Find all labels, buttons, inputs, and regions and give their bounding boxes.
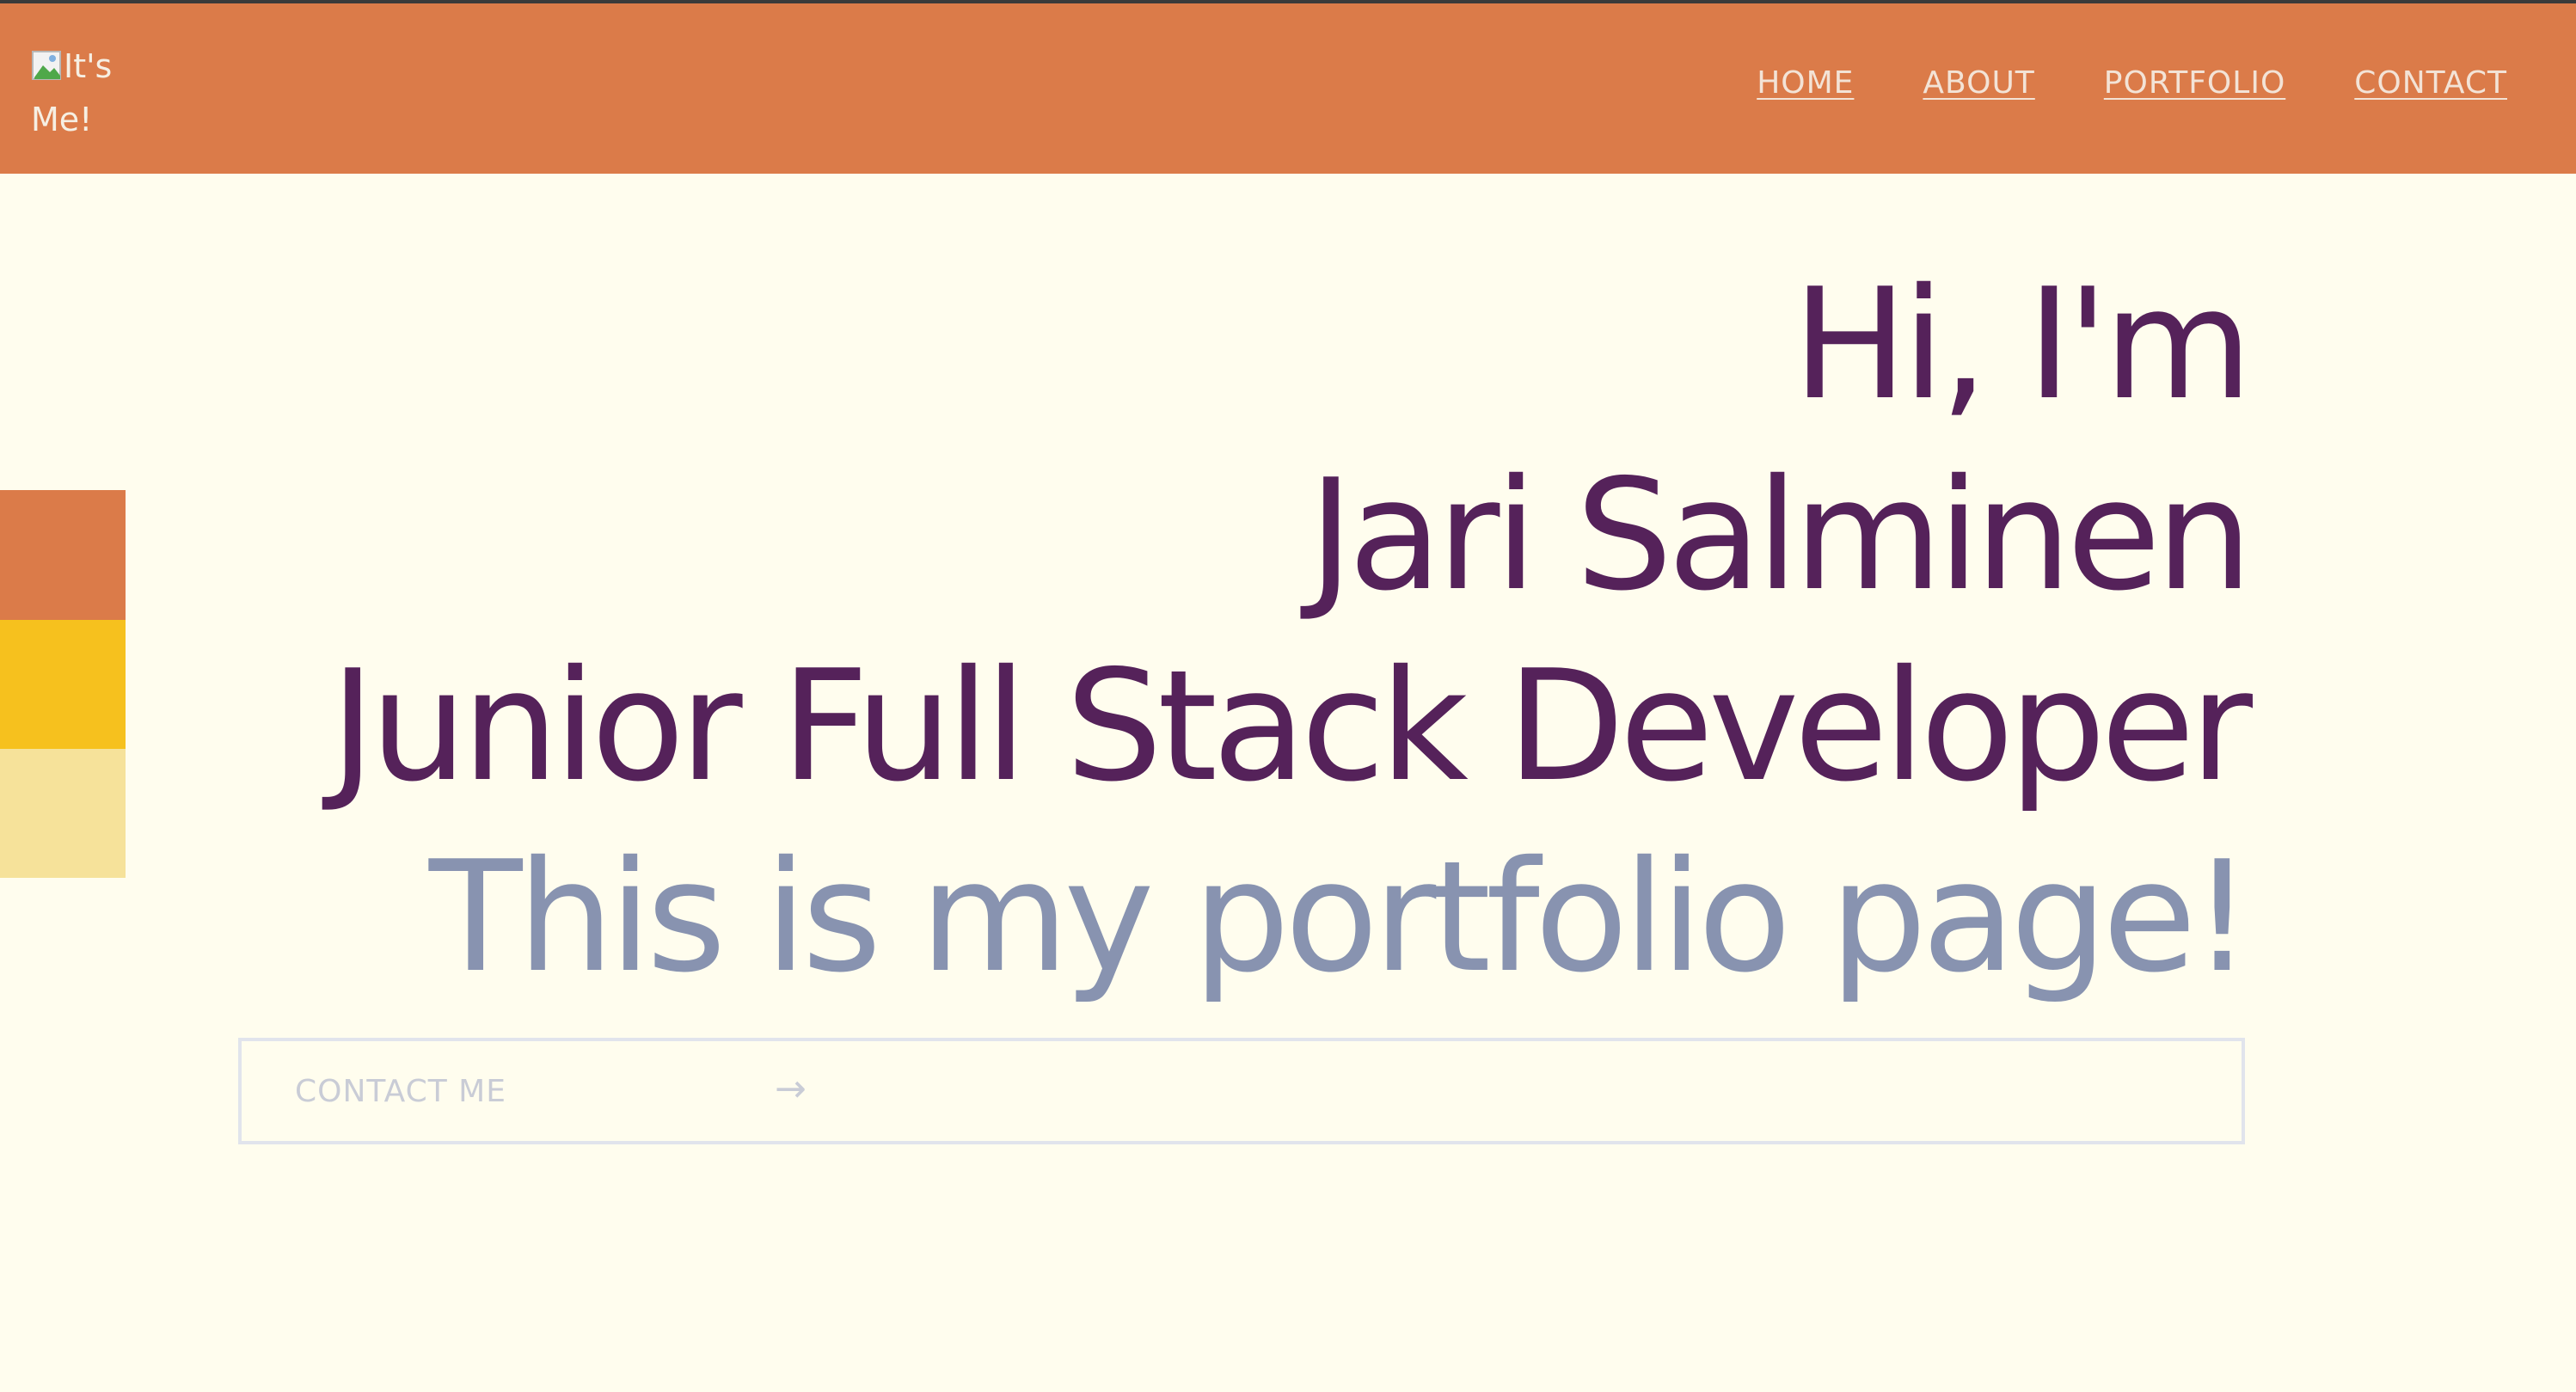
nav-home-link[interactable]: HOME xyxy=(1757,65,1854,101)
broken-image-icon xyxy=(32,51,61,80)
hero-greeting: Hi, I'm xyxy=(1792,255,2253,433)
main-nav: HOME ABOUT PORTFOLIO CONTACT xyxy=(1757,65,2507,101)
hero-section: Hi, I'm Jari Salminen Junior Full Stack … xyxy=(329,249,2253,1013)
contact-me-label: CONTACT ME xyxy=(295,1074,506,1109)
hero-tagline: This is my portfolio page! xyxy=(428,828,2253,1006)
color-swatch-orange xyxy=(0,490,126,620)
hero-role: Junior Full Stack Developer xyxy=(329,637,2253,815)
arrow-right-icon: → xyxy=(775,1067,807,1111)
logo[interactable]: It's Me! xyxy=(31,40,126,146)
contact-me-button[interactable]: CONTACT ME → xyxy=(238,1038,2245,1144)
nav-portfolio-link[interactable]: PORTFOLIO xyxy=(2104,65,2285,101)
page: It's Me! HOME ABOUT PORTFOLIO CONTACT Hi… xyxy=(0,0,2576,1392)
site-header: It's Me! HOME ABOUT PORTFOLIO CONTACT xyxy=(0,3,2576,174)
nav-about-link[interactable]: ABOUT xyxy=(1923,65,2034,101)
nav-contact-link[interactable]: CONTACT xyxy=(2354,65,2507,101)
hero-name: Jari Salminen xyxy=(1308,446,2253,624)
color-swatch-light-yellow xyxy=(0,749,126,878)
color-swatch-yellow xyxy=(0,620,126,749)
